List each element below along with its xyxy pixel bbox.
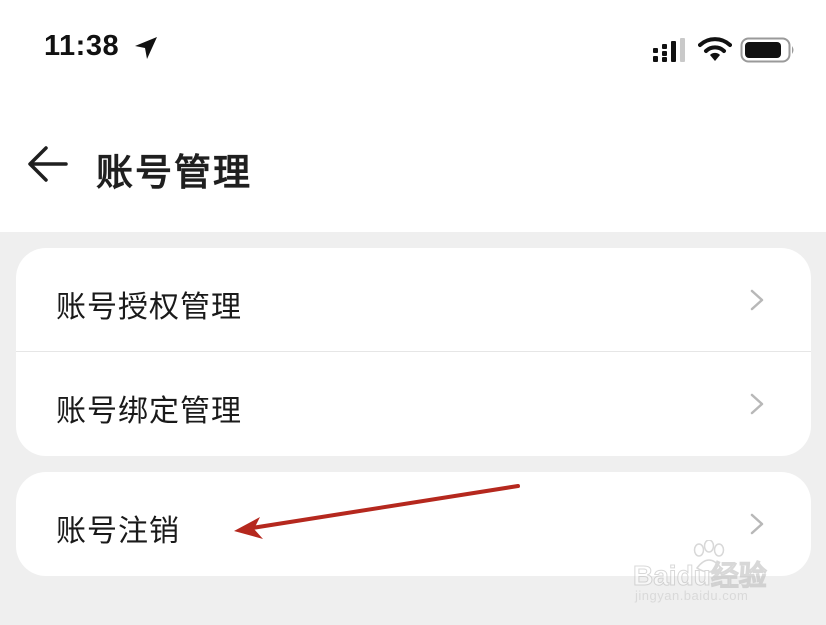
status-time: 11:38 [44, 30, 120, 62]
menu-item-authorization-management[interactable]: 账号授权管理 [16, 248, 811, 352]
chevron-right-icon [750, 289, 764, 311]
location-arrow-icon [135, 37, 157, 59]
phone-screen: 11:38 账号管理 账号授权管理 账号绑定管理 账号注销 Baidu经验 ji… [0, 0, 826, 625]
menu-item-binding-management[interactable]: 账号绑定管理 [16, 352, 811, 456]
settings-card-primary: 账号授权管理 账号绑定管理 [16, 248, 811, 456]
back-arrow-icon[interactable] [26, 144, 70, 184]
top-bar: 11:38 账号管理 [0, 0, 826, 232]
baidu-jingyan-watermark: Baidu经验 jingyan.baidu.com [633, 540, 783, 610]
menu-item-label: 账号授权管理 [56, 290, 242, 325]
chevron-right-icon [750, 513, 764, 535]
menu-item-label: 账号绑定管理 [56, 394, 242, 429]
chevron-right-icon [750, 393, 764, 415]
page-title: 账号管理 [96, 151, 252, 194]
annotation-arrow [234, 484, 520, 539]
watermark-url: jingyan.baidu.com [635, 588, 749, 603]
battery-icon [740, 37, 794, 63]
menu-item-label: 账号注销 [56, 514, 180, 549]
cellular-signal-icon [653, 38, 685, 62]
wifi-icon [698, 37, 732, 61]
